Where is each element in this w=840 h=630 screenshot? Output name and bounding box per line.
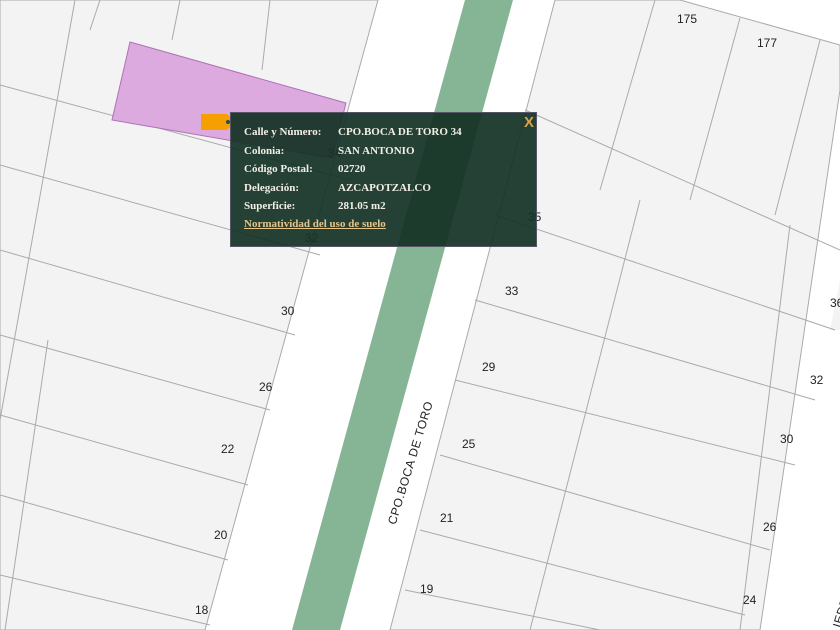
field-label: Colonia: xyxy=(244,145,285,157)
field-address: Calle y Número: CPO.BOCA DE TORO 34 xyxy=(244,126,462,138)
field-value: CPO.BOCA DE TORO 34 xyxy=(338,126,462,138)
house-number: 29 xyxy=(482,360,496,374)
field-label: Superficie: xyxy=(244,200,296,212)
field-colonia: Colonia: SAN ANTONIO xyxy=(244,145,415,157)
close-button[interactable]: X xyxy=(524,114,534,131)
house-number: 20 xyxy=(214,528,228,542)
house-number: 24 xyxy=(743,593,757,607)
house-number: 175 xyxy=(677,12,698,26)
field-superficie: Superficie: 281.05 m2 xyxy=(244,200,386,212)
house-number: 26 xyxy=(259,380,273,394)
field-value: 281.05 m2 xyxy=(338,200,386,212)
field-value: SAN ANTONIO xyxy=(338,145,415,157)
house-number: 26 xyxy=(763,520,777,534)
field-delegacion: Delegación: AZCAPOTZALCO xyxy=(244,182,431,194)
house-number: 19 xyxy=(420,582,434,596)
land-use-link[interactable]: Normatividad del uso de suelo xyxy=(244,218,386,230)
house-number: 33 xyxy=(505,284,519,298)
parcel-info-popup: X Calle y Número: CPO.BOCA DE TORO 34 Col… xyxy=(230,112,537,247)
field-postal-code: Código Postal: 02720 xyxy=(244,163,366,175)
field-label: Delegación: xyxy=(244,182,299,194)
house-number: 177 xyxy=(757,36,778,50)
field-value: 02720 xyxy=(338,163,366,175)
house-number: 22 xyxy=(221,442,235,456)
map-canvas[interactable] xyxy=(0,0,840,630)
house-number: 30 xyxy=(780,432,794,446)
house-number: 21 xyxy=(440,511,454,525)
field-label: Código Postal: xyxy=(244,163,313,175)
house-number: 25 xyxy=(462,437,476,451)
house-number: 18 xyxy=(195,603,209,617)
house-number: 36 xyxy=(830,296,840,310)
field-label: Calle y Número: xyxy=(244,126,322,138)
house-number: 30 xyxy=(281,304,295,318)
field-value: AZCAPOTZALCO xyxy=(338,182,431,194)
house-number: 32 xyxy=(810,373,824,387)
